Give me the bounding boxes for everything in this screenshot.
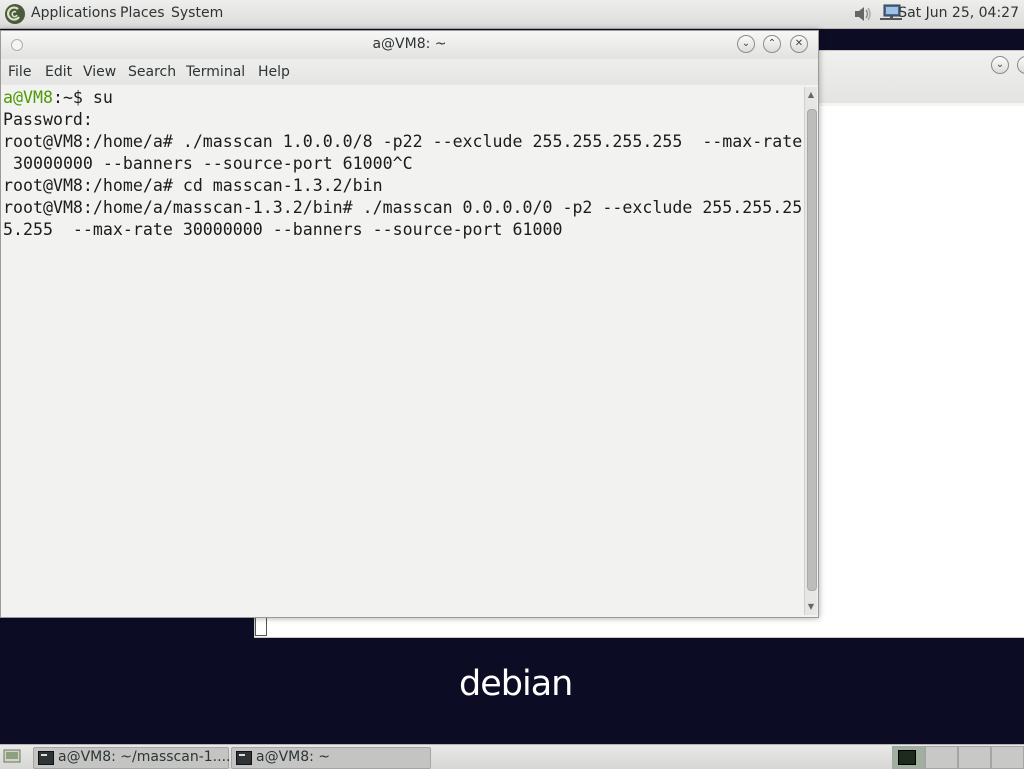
terminal-line: root@VM8:/home/a# ./masscan 1.0.0.0/8 -p… <box>3 132 803 151</box>
terminal-line: Password: <box>3 110 93 129</box>
terminal-titlebar[interactable]: a@VM8: ~ ⌄ ⌃ ✕ <box>1 31 818 59</box>
close-icon[interactable]: ✕ <box>790 35 808 53</box>
top-panel: Applications Places System Sat Jun 25, 0… <box>0 0 1024 29</box>
workspace-3[interactable] <box>958 746 991 769</box>
menu-file[interactable]: File <box>8 64 31 80</box>
prompt-path: :~$ <box>52 88 93 107</box>
clock[interactable]: Sat Jun 25, 04:27 <box>898 5 1019 21</box>
minimize-icon[interactable]: ⌄ <box>737 35 755 53</box>
workspace-2[interactable] <box>925 746 958 769</box>
terminal-line: root@VM8:/home/a/masscan-1.3.2/bin# ./ma… <box>3 198 803 217</box>
terminal-line: root@VM8:/home/a# cd masscan-1.3.2/bin <box>3 176 383 195</box>
terminal-window[interactable]: a@VM8: ~ ⌄ ⌃ ✕ File Edit View Search Ter… <box>0 30 819 618</box>
menu-search[interactable]: Search <box>128 64 176 80</box>
terminal-line: 5.255 --max-rate 30000000 --banners --so… <box>3 220 563 239</box>
terminal-menubar: File Edit View Search Terminal Help <box>1 59 818 85</box>
workspace-1[interactable] <box>892 746 925 769</box>
applications-menu[interactable]: Applications <box>31 5 117 21</box>
background-window-minimize-icon[interactable]: ⌄ <box>991 56 1009 74</box>
scroll-thumb[interactable] <box>807 109 817 591</box>
terminal-scrollbar[interactable]: ▲ ▼ <box>804 87 817 615</box>
show-desktop-icon[interactable] <box>3 748 21 764</box>
window-title: a@VM8: ~ <box>372 36 447 52</box>
workspace-4[interactable] <box>991 746 1024 769</box>
menu-terminal[interactable]: Terminal <box>186 64 245 80</box>
menu-edit[interactable]: Edit <box>45 64 72 80</box>
taskbar-item-label: a@VM8: ~ <box>256 749 331 765</box>
prompt-user-host: a@VM8 <box>3 88 53 107</box>
menu-view[interactable]: View <box>83 64 116 80</box>
terminal-icon <box>236 751 252 765</box>
command-text: su <box>92 88 113 107</box>
debian-swirl-icon[interactable] <box>4 3 26 25</box>
terminal-output[interactable]: a@VM8:~$ su Password: root@VM8:/home/a# … <box>3 87 803 614</box>
menu-help[interactable]: Help <box>258 64 290 80</box>
maximize-icon[interactable]: ⌃ <box>763 35 781 53</box>
taskbar-item-label: a@VM8: ~/masscan-1.... <box>58 749 231 765</box>
debian-logo: debian <box>459 664 573 704</box>
bottom-panel: a@VM8: ~/masscan-1.... a@VM8: ~ <box>0 744 1024 769</box>
terminal-line: 30000000 --banners --source-port 61000^C <box>3 154 413 173</box>
terminal-icon <box>898 750 916 765</box>
taskbar-item-masscan[interactable]: a@VM8: ~/masscan-1.... <box>33 747 231 769</box>
terminal-icon <box>38 751 54 765</box>
volume-icon[interactable] <box>852 3 874 25</box>
system-menu[interactable]: System <box>171 5 223 21</box>
scroll-down-arrow-icon[interactable]: ▼ <box>806 601 816 613</box>
scroll-up-arrow-icon[interactable]: ▲ <box>806 89 816 101</box>
places-menu[interactable]: Places <box>120 5 165 21</box>
taskbar-item-home[interactable]: a@VM8: ~ <box>231 747 431 769</box>
